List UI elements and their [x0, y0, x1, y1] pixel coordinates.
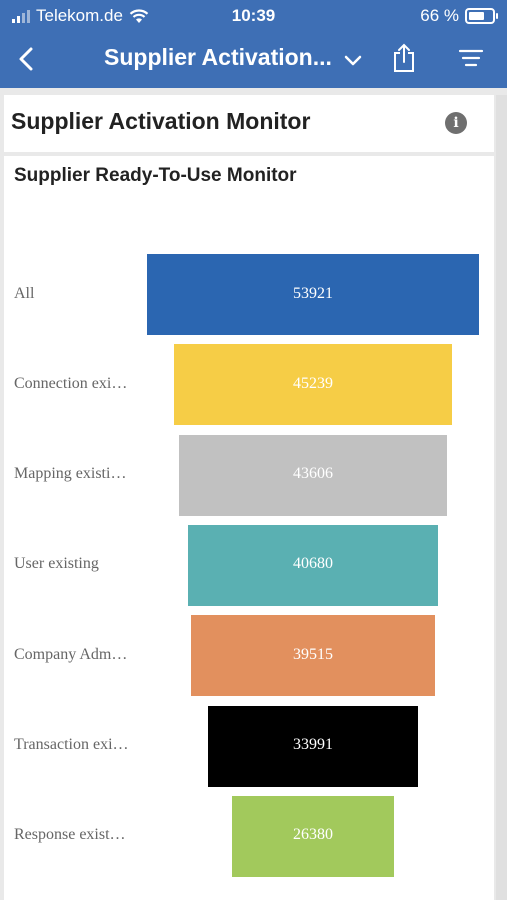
chevron-left-icon[interactable]: [12, 44, 42, 74]
funnel-value-label: 43606: [292, 465, 333, 483]
funnel-category-label: Connection exi…: [14, 374, 128, 392]
funnel-value-label: 33991: [292, 736, 333, 753]
nav-title[interactable]: Supplier Activation...: [104, 44, 332, 71]
funnel-chart: 53921 All 45239 Connection exi… 43606 Mapping…: [4, 156, 494, 900]
info-icon[interactable]: i: [445, 112, 467, 134]
funnel-value-label: 45239: [292, 374, 333, 392]
page-header-card: Supplier Activation Monitor i: [4, 95, 494, 152]
chevron-down-icon[interactable]: [342, 50, 364, 72]
battery-percent: 66 %: [420, 6, 459, 25]
status-bar: Telekom.de 10:39 66 %: [0, 0, 507, 32]
funnel-value-label: 40680: [292, 555, 333, 573]
battery-icon: [465, 8, 498, 24]
funnel-value-label: 53921: [293, 284, 333, 302]
page-title: Supplier Activation Monitor: [11, 108, 311, 134]
funnel-category-label: User existing: [14, 555, 99, 573]
funnel-category-label: Mapping existi…: [14, 465, 127, 483]
funnel-category-label: All: [14, 284, 35, 302]
funnel-category-label: Company Adm…: [14, 645, 128, 663]
filter-lines-icon[interactable]: [458, 48, 484, 68]
funnel-value-label: 39515: [292, 645, 333, 663]
scrollbar-track[interactable]: [496, 95, 507, 900]
funnel-category-label: Response exist…: [14, 826, 126, 844]
share-icon[interactable]: [391, 42, 417, 74]
funnel-chart-card: Supplier Ready-To-Use Monitor 53921 All 45…: [4, 156, 494, 900]
status-right: 66 %: [420, 6, 498, 26]
funnel-value-label: 26380: [292, 826, 333, 844]
nav-bar: Supplier Activation...: [0, 32, 507, 88]
funnel-category-label: Transaction exi…: [14, 736, 129, 753]
